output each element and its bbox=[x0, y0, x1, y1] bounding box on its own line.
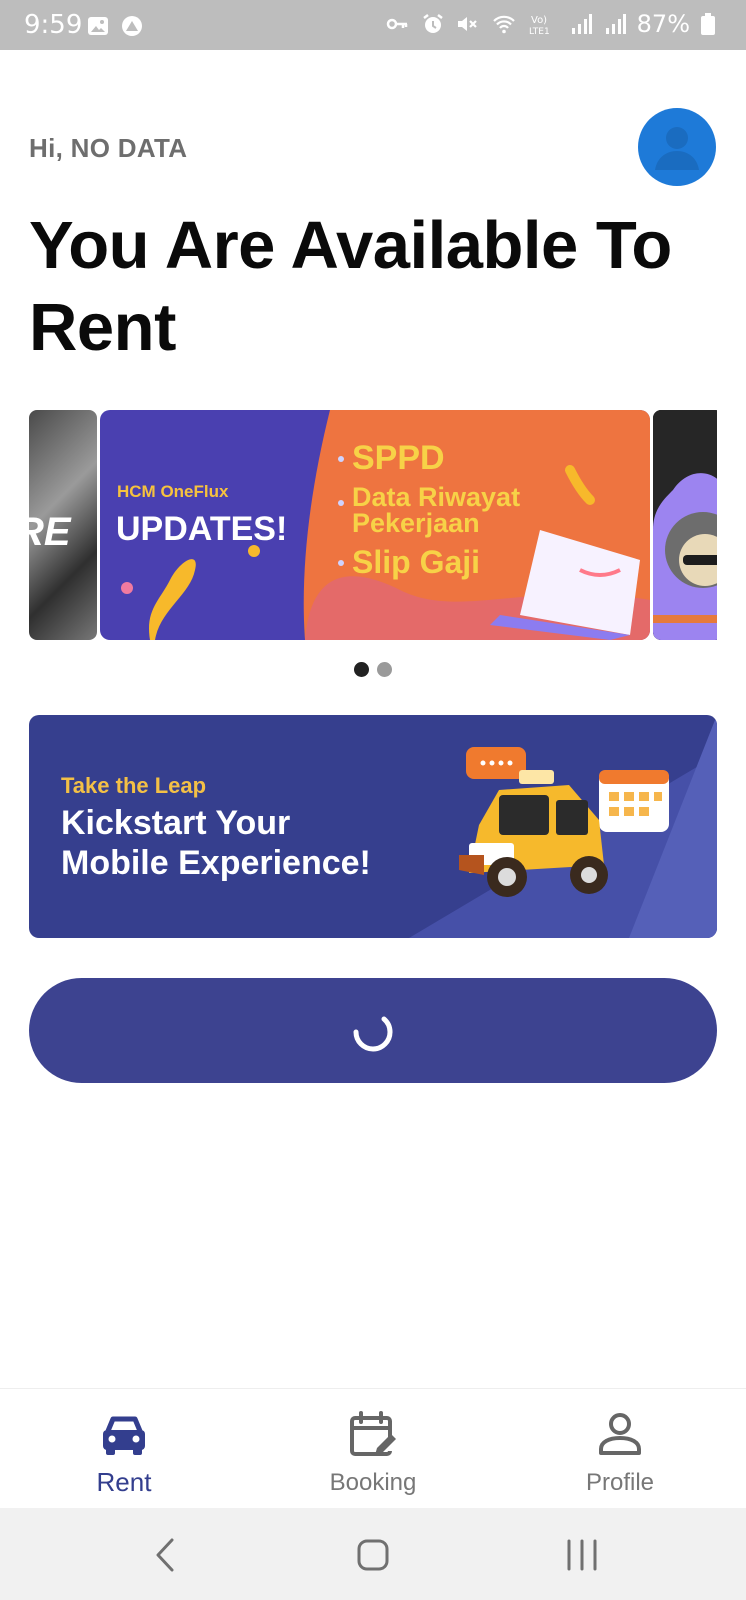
previous-slide-text: RE bbox=[29, 510, 71, 554]
bottom-navigation: Rent Booking Profile bbox=[0, 1388, 746, 1508]
wifi-icon bbox=[492, 15, 515, 34]
system-navigation-bar bbox=[0, 1508, 746, 1600]
svg-text:LTE1: LTE1 bbox=[529, 27, 550, 36]
page-title: You Are Available To Rent bbox=[29, 208, 672, 365]
promo-banner[interactable]: Take the Leap Kickstart Your Mobile Expe… bbox=[29, 715, 717, 938]
nav-tab-rent[interactable]: Rent bbox=[24, 1389, 224, 1509]
loading-spinner-icon bbox=[353, 1016, 393, 1052]
signal-icon bbox=[571, 14, 592, 34]
nav-tab-profile[interactable]: Profile bbox=[520, 1389, 720, 1509]
carousel-dot-active[interactable] bbox=[354, 662, 369, 677]
person-icon bbox=[599, 1413, 641, 1455]
image-icon bbox=[88, 17, 108, 35]
person-icon bbox=[655, 127, 699, 170]
slide-title: UPDATES! bbox=[116, 510, 288, 548]
battery-icon bbox=[701, 13, 715, 35]
profile-avatar[interactable] bbox=[638, 108, 716, 186]
availability-action-button[interactable] bbox=[29, 978, 717, 1083]
car-icon bbox=[103, 1416, 145, 1455]
mute-icon bbox=[457, 17, 477, 31]
nav-label-booking: Booking bbox=[329, 1469, 417, 1496]
signal-icon bbox=[605, 14, 626, 34]
home-icon[interactable] bbox=[348, 1530, 398, 1580]
nav-label-profile: Profile bbox=[585, 1469, 655, 1496]
slide-bullet: Slip Gaji bbox=[338, 544, 578, 580]
carousel-slide-next[interactable] bbox=[653, 410, 717, 640]
alarm-icon bbox=[422, 14, 443, 33]
slide-bullet-list: SPPD Data Riwayat Pekerjaan Slip Gaji bbox=[338, 440, 578, 588]
banner-carousel[interactable]: RE HCM OneFlux UPDATES! SPPD Data Riwaya… bbox=[29, 410, 717, 640]
slide-bullet: Data Riwayat Pekerjaan bbox=[338, 484, 578, 537]
promo-title: Kickstart Your Mobile Experience! bbox=[61, 804, 371, 882]
promo-subtitle: Take the Leap bbox=[61, 773, 207, 798]
carousel-indicators bbox=[354, 662, 392, 677]
character-illustration bbox=[653, 410, 717, 640]
greeting-text: Hi, NO DATA bbox=[29, 133, 188, 163]
carousel-slide-updates[interactable]: HCM OneFlux UPDATES! SPPD Data Riwayat P… bbox=[100, 410, 650, 640]
nav-tab-booking[interactable]: Booking bbox=[273, 1389, 473, 1509]
volte-icon: Vo)LTE1 bbox=[529, 15, 550, 36]
status-bar: 9:59 Vo) LTE1 87% bbox=[0, 0, 746, 50]
vpn-key-icon bbox=[386, 18, 407, 30]
carousel-dot[interactable] bbox=[377, 662, 392, 677]
recent-apps-icon[interactable] bbox=[557, 1530, 607, 1580]
back-icon[interactable] bbox=[142, 1530, 192, 1580]
app-notification-icon bbox=[122, 16, 142, 36]
slide-brand: HCM OneFlux bbox=[117, 482, 229, 501]
nav-label-rent: Rent bbox=[96, 1467, 152, 1497]
slide-bullet: SPPD bbox=[338, 440, 578, 476]
status-time: 9:59 bbox=[24, 10, 83, 40]
svg-text:Vo): Vo) bbox=[531, 15, 547, 26]
calendar-edit-icon bbox=[350, 1411, 396, 1456]
carousel-slide-previous[interactable]: RE bbox=[29, 410, 97, 640]
battery-percent: 87% bbox=[636, 10, 690, 38]
